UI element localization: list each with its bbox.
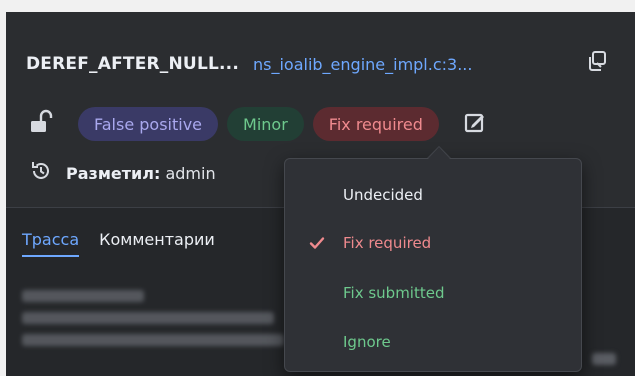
blurred-line (22, 334, 284, 346)
dropdown-item-label: Ignore (343, 333, 391, 351)
status-row: False positive Minor Fix required (28, 107, 488, 141)
check-icon (309, 235, 325, 251)
blurred-line (592, 353, 616, 365)
dropdown-caret-inner (428, 147, 450, 159)
window-frame-top (0, 0, 635, 12)
lock-toggle[interactable] (28, 109, 54, 139)
dropdown-item-fix-submitted[interactable]: Fix submitted (285, 273, 581, 313)
issue-title-row: DEREF_AFTER_NULL... ns_ioalib_engine_imp… (26, 50, 472, 78)
checker-name: DEREF_AFTER_NULL... (26, 54, 239, 74)
dropdown-item-ignore[interactable]: Ignore (285, 322, 581, 362)
dropdown-item-fix-required[interactable]: Fix required (285, 223, 581, 263)
trace-content-blurred (22, 290, 284, 356)
edit-icon (464, 111, 486, 137)
dropdown-item-label: Undecided (343, 186, 423, 204)
marked-by-row: Разметил: admin (30, 160, 216, 186)
dropdown-item-label: Fix submitted (343, 284, 445, 302)
unlock-icon (28, 109, 54, 139)
false-positive-badge[interactable]: False positive (78, 107, 219, 141)
status-badge[interactable]: Fix required (312, 107, 439, 141)
copy-icon (586, 50, 608, 76)
tab-comments[interactable]: Комментарии (99, 230, 215, 257)
status-dropdown: Undecided Fix required Fix submitted Ign… (284, 158, 582, 372)
tab-trace[interactable]: Трасса (22, 230, 80, 257)
dropdown-item-undecided[interactable]: Undecided (285, 175, 581, 215)
blurred-line (22, 290, 144, 302)
severity-badge[interactable]: Minor (227, 107, 304, 141)
edit-button[interactable] (462, 111, 488, 137)
tab-bar: Трасса Комментарии (22, 230, 215, 257)
marked-by-label: Разметил: (66, 163, 161, 183)
history-icon (30, 160, 52, 186)
file-link[interactable]: ns_ioalib_engine_impl.c:3... (253, 55, 472, 74)
copy-button[interactable] (584, 50, 610, 76)
dropdown-item-label: Fix required (343, 234, 432, 252)
marked-by-user: admin (165, 163, 216, 183)
blurred-line (22, 312, 274, 324)
